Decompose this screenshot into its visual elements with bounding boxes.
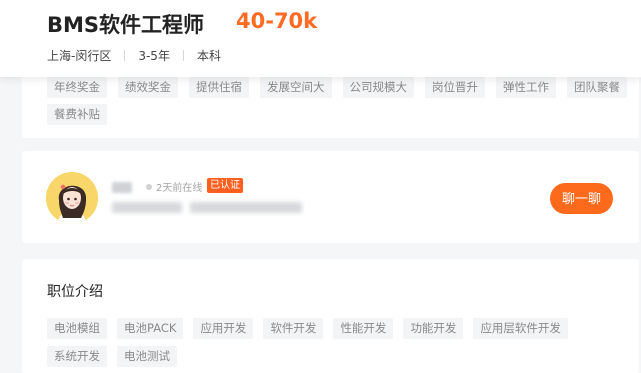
skill-tag: 电池测试 — [117, 346, 177, 367]
job-experience: 3-5年 — [138, 49, 170, 63]
welfare-tag: 提供住宿 — [189, 77, 249, 98]
recruiter-company-redacted — [112, 202, 182, 213]
welfare-tag: 弹性工作 — [496, 77, 556, 98]
job-location: 上海-闵行区 — [47, 49, 112, 63]
divider — [124, 50, 126, 61]
chat-button[interactable]: 聊一聊 — [550, 183, 613, 214]
welfare-tag: 公司规模大 — [342, 77, 414, 98]
section-title: 职位介绍 — [47, 284, 103, 300]
welfare-tag: 发展空间大 — [260, 77, 332, 98]
welfare-tag: 岗位晋升 — [425, 77, 485, 98]
job-meta: 上海-闵行区 3-5年 本科 — [47, 47, 221, 64]
salary: 40-70k — [236, 9, 318, 33]
online-status-icon — [146, 184, 152, 190]
divider — [182, 50, 184, 61]
avatar[interactable] — [46, 172, 98, 224]
recruiter-card: 2天前在线 已认证 聊一聊 — [22, 151, 639, 243]
recruiter-name-redacted — [112, 182, 132, 193]
recruiter-position-redacted — [190, 202, 302, 213]
job-degree: 本科 — [196, 49, 221, 63]
welfare-tag: 绩效奖金 — [118, 77, 178, 98]
skill-tag: 软件开发 — [263, 318, 324, 339]
welfare-tag: 团队聚餐 — [567, 77, 627, 98]
welfare-tag: 年终奖金 — [47, 77, 107, 98]
skill-tag: 电池PACK — [117, 318, 184, 339]
welfare-tag-list: 年终奖金 绩效奖金 提供住宿 发展空间大 公司规模大 岗位晋升 弹性工作 团队聚餐餐费补贴 — [47, 77, 627, 125]
skill-tag: 电池模组 — [47, 318, 107, 339]
verified-badge: 已认证 — [207, 178, 243, 193]
welfare-tag: 餐费补贴 — [47, 104, 107, 125]
job-title: BMS软件工程师 — [47, 13, 205, 37]
skill-tag: 性能开发 — [333, 318, 394, 339]
job-header: BMS软件工程师 40-70k 上海-闵行区 3-5年 本科 — [0, 0, 641, 77]
skill-tag: 功能开发 — [403, 318, 464, 339]
online-status: 2天前在线 — [156, 183, 203, 194]
skill-tag: 系统开发 — [47, 346, 107, 367]
skill-tag: 应用层软件开发 — [473, 318, 568, 339]
skill-tag: 应用开发 — [193, 318, 254, 339]
welfare-section: 年终奖金 绩效奖金 提供住宿 发展空间大 公司规模大 岗位晋升 弹性工作 团队聚餐餐费补贴 — [22, 70, 639, 138]
skill-tag-list: 电池模组 电池PACK 应用开发 软件开发 性能开发 功能开发 应用层软件开发系统开发 电池测… — [47, 318, 632, 367]
job-description-section: 职位介绍 电池模组 电池PACK 应用开发 软件开发 性能开发 功能开发 应用层软件开发系统… — [22, 259, 639, 373]
